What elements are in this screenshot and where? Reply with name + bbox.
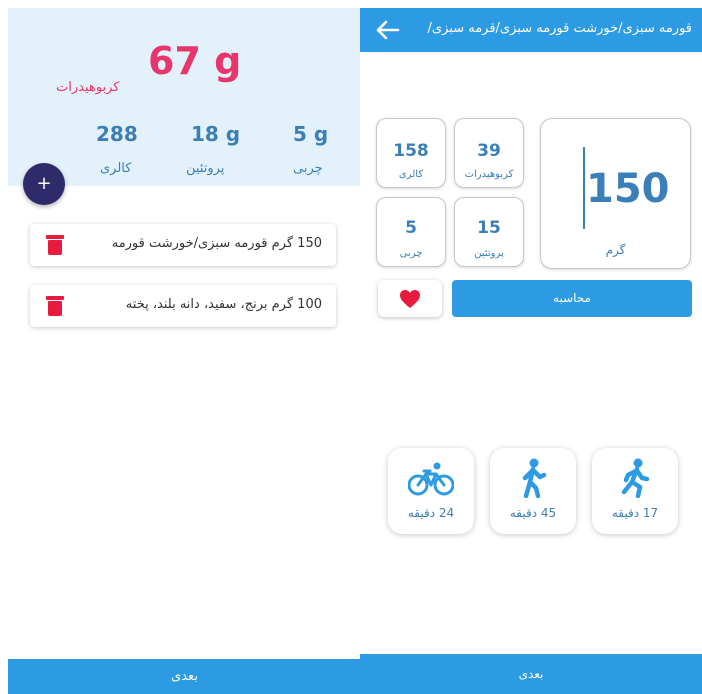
fat-label: چربی (399, 248, 423, 259)
protein-card: 15 پروتئین (454, 197, 524, 267)
carbs-label: کربوهیدرات (464, 169, 514, 180)
fat-total-value: 5 g (293, 122, 329, 146)
back-arrow-icon[interactable] (374, 16, 402, 44)
protein-label: پروتئین (474, 248, 504, 259)
bicycle-activity-card: 24 دقیقه (388, 448, 474, 534)
top-app-bar: قورمه سبزی/خورشت قورمه سبزی/قرمه سبزی/ (360, 8, 702, 52)
protein-value: 15 (477, 218, 501, 238)
text-cursor (583, 147, 585, 229)
protein-total-value: 18 g (191, 122, 241, 146)
walking-activity-card: 45 دقیقه (490, 448, 576, 534)
calories-label: کالری (398, 169, 424, 180)
walking-icon (522, 458, 547, 498)
next-button[interactable]: بعدی (8, 659, 361, 694)
favorite-button[interactable] (378, 280, 442, 317)
add-food-button[interactable]: + (23, 163, 65, 205)
calories-total-label: کالری (100, 161, 132, 176)
bicycle-duration-label: 24 دقیقه (407, 506, 455, 520)
fat-value: 5 (405, 218, 417, 238)
running-icon (621, 458, 650, 498)
calculate-button[interactable]: محاسبه (452, 280, 692, 317)
fat-total-label: چربی (293, 161, 323, 176)
bicycle-icon (408, 462, 454, 496)
next-button[interactable]: بعدی (360, 654, 702, 694)
heart-icon (400, 290, 420, 308)
running-activity-card: 17 دقیقه (592, 448, 678, 534)
food-item-label: 100 گرم برنج، سفید، دانه بلند، پخته (125, 297, 322, 312)
running-duration-label: 17 دقیقه (611, 506, 659, 520)
protein-total-label: پروتئین (186, 161, 225, 176)
carbs-total-value: 67 g (148, 39, 242, 83)
nutrition-summary-panel: 67 g کربوهیدرات 288 کالری 18 g پروتئین 5… (8, 8, 361, 186)
fat-card: 5 چربی (376, 197, 446, 267)
calories-card: 158 کالری (376, 118, 446, 188)
gram-input[interactable]: 150 گرم (540, 118, 691, 269)
page-title: قورمه سبزی/خورشت قورمه سبزی/قرمه سبزی/ (427, 21, 692, 36)
food-item-label: 150 گرم قورمه سبزی/خورشت قورمه (111, 236, 322, 251)
carbs-value: 39 (477, 141, 501, 161)
carbs-card: 39 کربوهیدرات (454, 118, 524, 188)
app-stage: 67 g کربوهیدرات 288 کالری 18 g پروتئین 5… (0, 0, 702, 694)
meal-summary-screen: 67 g کربوهیدرات 288 کالری 18 g پروتئین 5… (8, 8, 361, 694)
food-list-item[interactable]: 150 گرم قورمه سبزی/خورشت قورمه (30, 224, 336, 266)
food-list-item[interactable]: 100 گرم برنج، سفید، دانه بلند، پخته (30, 285, 336, 327)
carbs-total-label: کربوهیدرات (56, 80, 120, 95)
walking-duration-label: 45 دقیقه (509, 506, 557, 520)
food-detail-screen: قورمه سبزی/خورشت قورمه سبزی/قرمه سبزی/ 1… (360, 8, 702, 694)
calories-total-value: 288 (96, 122, 138, 146)
calories-value: 158 (393, 141, 429, 161)
gram-unit-label: گرم (605, 243, 626, 257)
trash-icon[interactable] (46, 235, 64, 255)
gram-value: 150 (586, 166, 670, 212)
trash-icon[interactable] (46, 296, 64, 316)
